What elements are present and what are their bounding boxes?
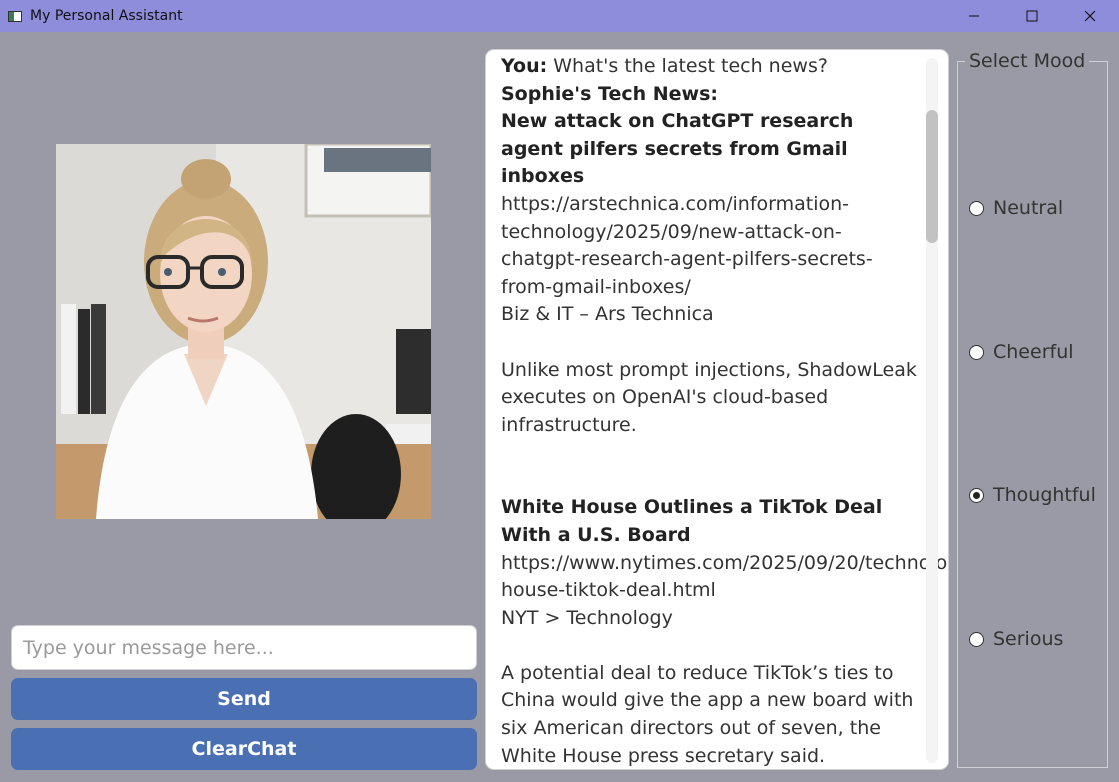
message-input[interactable]	[11, 625, 477, 670]
radio-circle[interactable]	[969, 631, 984, 647]
window-controls	[945, 0, 1119, 32]
mood-group	[957, 61, 1108, 768]
article-title: New attack on ChatGPT research agent pil…	[501, 110, 854, 188]
chat-scrollbar[interactable]	[926, 58, 938, 763]
article-summary: Unlike most prompt injections, ShadowLea…	[501, 358, 917, 436]
mood-option-label: Cheerful	[993, 341, 1074, 363]
radio-circle-selected[interactable]	[969, 487, 984, 503]
article-source: Biz & IT – Ars Technica	[501, 303, 714, 326]
minimize-button[interactable]	[945, 0, 1003, 32]
mood-legend: Select Mood	[965, 50, 1090, 72]
radio-circle[interactable]	[969, 200, 984, 216]
article-summary: A potential deal to reduce TikTok’s ties…	[501, 661, 914, 767]
assistant-heading: Sophie's Tech News:	[501, 82, 718, 105]
app-icon	[8, 10, 22, 22]
assistant-avatar	[56, 144, 431, 519]
mood-option-label: Serious	[993, 628, 1064, 650]
radio-circle[interactable]	[969, 344, 984, 360]
mood-option-label: Thoughtful	[993, 484, 1096, 506]
clear-chat-button[interactable]: ClearChat	[11, 728, 477, 770]
user-message: You: What's the latest tech news?	[501, 53, 921, 81]
send-button[interactable]: Send	[11, 678, 477, 720]
maximize-icon	[1026, 10, 1038, 22]
mood-radio-neutral[interactable]: Neutral	[969, 197, 1063, 219]
close-button[interactable]	[1061, 0, 1119, 32]
mood-option-label: Neutral	[993, 197, 1064, 219]
maximize-button[interactable]	[1003, 0, 1061, 32]
mood-radio-thoughtful[interactable]: Thoughtful	[969, 484, 1096, 506]
article-title: White House Outlines a TikTok Deal With …	[501, 496, 883, 546]
article-url[interactable]: https://arstechnica.com/information-tech…	[501, 191, 921, 301]
minimize-icon	[969, 15, 979, 17]
chat-history[interactable]: You: What's the latest tech news? Sophie…	[485, 49, 949, 770]
mood-radio-cheerful[interactable]: Cheerful	[969, 341, 1074, 363]
chat-content: You: What's the latest tech news? Sophie…	[501, 53, 948, 769]
article-source: NYT > Technology	[501, 606, 673, 629]
article-url[interactable]: https://www.nytimes.com/2025/09/20/techn…	[501, 550, 948, 605]
window-title: My Personal Assistant	[30, 8, 183, 24]
user-label: You:	[501, 55, 548, 77]
chat-scrollbar-thumb[interactable]	[926, 110, 938, 243]
user-message-text: What's the latest tech news?	[553, 55, 828, 77]
mood-radio-serious[interactable]: Serious	[969, 628, 1063, 650]
close-icon	[1084, 10, 1096, 22]
title-bar: My Personal Assistant	[0, 0, 1119, 32]
